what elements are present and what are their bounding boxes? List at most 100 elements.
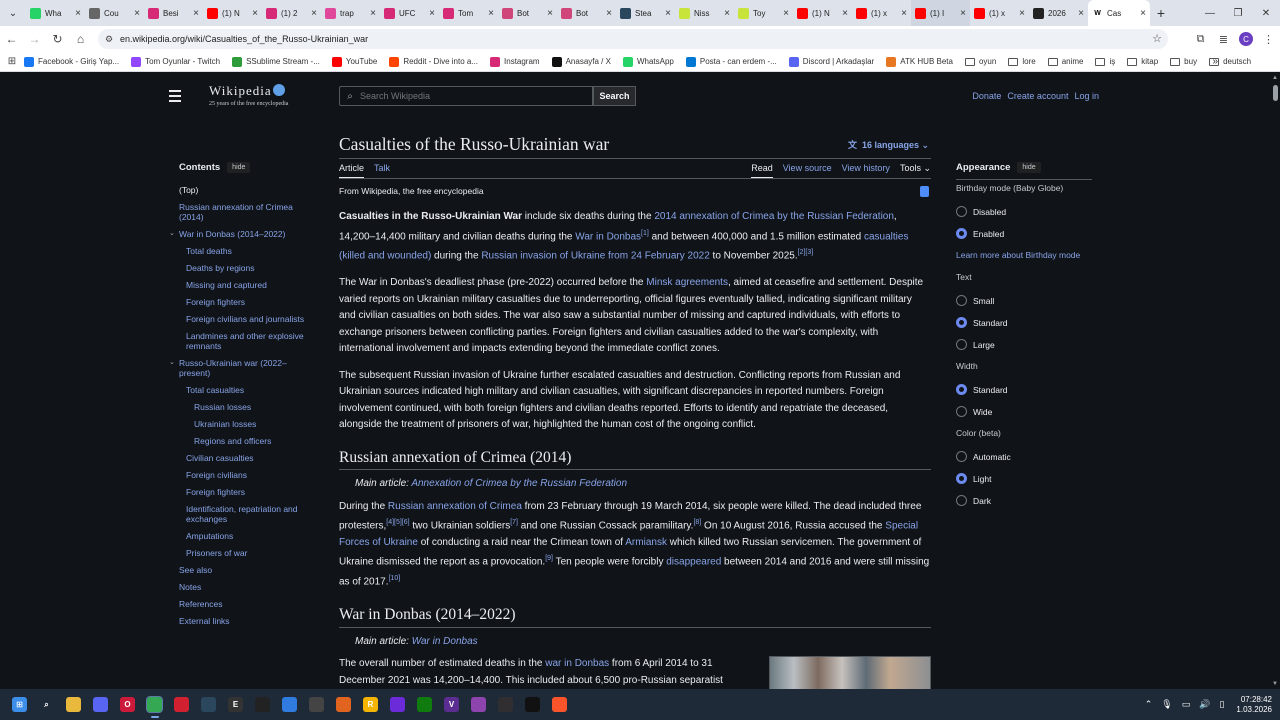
taskbar-app[interactable] xyxy=(195,689,222,720)
clock[interactable]: 07:28:42 1.03.2026 xyxy=(1236,695,1272,715)
toc-item[interactable]: ⌄ Russo-Ukrainian war (2022–present) xyxy=(169,358,315,378)
bookmark-star-icon[interactable]: ☆ xyxy=(1152,32,1162,45)
close-tab-icon[interactable]: × xyxy=(783,8,789,19)
wiki-link[interactable]: Russian invasion of Ukraine from 24 Febr… xyxy=(481,251,709,262)
close-tab-icon[interactable]: × xyxy=(1078,8,1084,19)
close-tab-icon[interactable]: × xyxy=(606,8,612,19)
bookmark-item[interactable]: Facebook - Giriş Yap... xyxy=(24,56,119,67)
taskbar-app[interactable] xyxy=(276,689,303,720)
language-button[interactable]: 文 16 languages ⌄ xyxy=(848,138,929,151)
site-info-icon[interactable]: ⚙ xyxy=(98,34,120,45)
appearance-hide-button[interactable]: hide xyxy=(1017,162,1041,173)
radio-button[interactable] xyxy=(956,317,967,328)
toc-item[interactable]: Notes xyxy=(179,582,315,592)
log-in-link[interactable]: Log in xyxy=(1074,91,1099,101)
wiki-link[interactable]: War in Donbas xyxy=(575,231,641,242)
citation-ref[interactable]: [2][3] xyxy=(798,249,814,256)
taskbar-app[interactable]: ⌕ xyxy=(33,689,60,720)
text-size-radio[interactable]: Small xyxy=(956,295,1092,306)
tools-menu[interactable]: Tools ⌄ xyxy=(900,163,931,178)
address-bar[interactable]: ⚙ en.wikipedia.org/wiki/Casualties_of_th… xyxy=(98,29,1168,49)
close-tab-icon[interactable]: × xyxy=(134,8,140,19)
scroll-down-arrow[interactable]: ▼ xyxy=(1272,681,1278,687)
toc-item[interactable]: References xyxy=(179,599,315,609)
browser-tab[interactable]: (1) x × xyxy=(970,0,1029,26)
create-account-link[interactable]: Create account xyxy=(1007,91,1068,101)
back-button[interactable]: ← xyxy=(0,26,23,52)
close-tab-icon[interactable]: × xyxy=(1019,8,1025,19)
toc-item[interactable]: Foreign civilians and journalists xyxy=(179,314,315,324)
toc-item[interactable]: Ukrainian losses xyxy=(179,419,315,429)
radio-button[interactable] xyxy=(956,473,967,484)
bookmark-item[interactable]: Instagram xyxy=(490,56,540,67)
radio-button[interactable] xyxy=(956,228,967,239)
bookmark-overflow-button[interactable]: » xyxy=(1212,56,1218,67)
tray-overflow-icon[interactable]: ⌃ xyxy=(1145,699,1153,710)
taskbar-app[interactable] xyxy=(249,689,276,720)
toc-item[interactable]: Foreign fighters xyxy=(179,297,315,307)
close-tab-icon[interactable]: × xyxy=(311,8,317,19)
wiki-link[interactable]: war in Donbas xyxy=(545,658,609,669)
taskbar-app[interactable]: ⊞ xyxy=(6,689,33,720)
browser-tab[interactable]: (1) x × xyxy=(852,0,911,26)
toc-item[interactable]: Foreign civilians xyxy=(179,470,315,480)
toc-hide-button[interactable]: hide xyxy=(227,162,251,173)
taskbar-app[interactable] xyxy=(546,689,573,720)
main-article-link[interactable]: War in Donbas xyxy=(412,636,478,647)
home-button[interactable]: ⌂ xyxy=(69,26,92,52)
radio-button[interactable] xyxy=(956,339,967,350)
bookmark-folder[interactable]: anime xyxy=(1047,57,1083,67)
memorial-photo-thumbnail[interactable] xyxy=(769,656,931,689)
taskbar-app[interactable]: O xyxy=(114,689,141,720)
color-radio[interactable]: Dark xyxy=(956,495,1092,506)
bookmark-folder[interactable]: kitap xyxy=(1127,57,1158,67)
close-tab-icon[interactable]: × xyxy=(488,8,494,19)
network-icon[interactable]: ▭ xyxy=(1182,699,1191,710)
radio-button[interactable] xyxy=(956,495,967,506)
bookmark-item[interactable]: Tom Oyunlar - Twitch xyxy=(131,56,220,67)
taskbar-app[interactable] xyxy=(492,689,519,720)
extensions-icon[interactable]: ⧉ xyxy=(1189,33,1212,46)
toc-item[interactable]: Deaths by regions xyxy=(179,263,315,273)
wiki-link[interactable]: disappeared xyxy=(666,557,721,568)
browser-tab[interactable]: Stea × xyxy=(616,0,675,26)
wiki-link[interactable]: 2014 annexation of Crimea by the Russian… xyxy=(654,211,894,222)
toc-item[interactable]: Prisoners of war xyxy=(179,548,315,558)
close-tab-icon[interactable]: × xyxy=(75,8,81,19)
bookmark-item[interactable]: Discord | Arkadaşlar xyxy=(788,56,874,67)
tab-talk[interactable]: Talk xyxy=(374,163,390,178)
citation-ref[interactable]: [10] xyxy=(388,575,400,582)
profile-avatar[interactable]: C xyxy=(1239,32,1253,46)
radio-button[interactable] xyxy=(956,295,967,306)
reload-button[interactable]: ↻ xyxy=(46,26,69,52)
close-tab-icon[interactable]: × xyxy=(901,8,907,19)
close-tab-icon[interactable]: × xyxy=(547,8,553,19)
toc-item[interactable]: (Top) xyxy=(179,185,315,195)
radio-button[interactable] xyxy=(956,384,967,395)
color-radio[interactable]: Light xyxy=(956,473,1092,484)
taskbar-app[interactable] xyxy=(411,689,438,720)
close-tab-icon[interactable]: × xyxy=(193,8,199,19)
apps-grid-icon[interactable]: ⊞ xyxy=(0,56,24,67)
browser-tab[interactable]: (1) I × xyxy=(911,0,970,26)
toc-item[interactable]: Russian annexation of Crimea (2014) xyxy=(179,202,315,222)
forward-button[interactable]: → xyxy=(23,26,46,52)
radio-button[interactable] xyxy=(956,206,967,217)
taskbar-app[interactable] xyxy=(141,689,168,720)
bookmark-item[interactable]: SSublime Stream -... xyxy=(232,56,320,67)
toc-item[interactable]: Total deaths xyxy=(179,246,315,256)
close-tab-icon[interactable]: × xyxy=(429,8,435,19)
taskbar-app[interactable] xyxy=(168,689,195,720)
close-tab-icon[interactable]: × xyxy=(370,8,376,19)
bookmark-folder[interactable]: lore xyxy=(1008,57,1036,67)
toc-item[interactable]: See also xyxy=(179,565,315,575)
search-input[interactable]: ⌕ Search Wikipedia xyxy=(339,86,593,106)
tab-search-button[interactable]: ⌄ xyxy=(0,0,26,26)
toc-item[interactable]: Landmines and other explosive remnants xyxy=(179,331,315,351)
citation-ref[interactable]: [7] xyxy=(510,519,518,526)
width-radio[interactable]: Standard xyxy=(956,384,1092,395)
battery-icon[interactable]: ▯ xyxy=(1219,699,1224,710)
close-tab-icon[interactable]: × xyxy=(724,8,730,19)
scroll-up-arrow[interactable]: ▲ xyxy=(1272,75,1278,81)
toc-item[interactable]: Identification, repatriation and exchang… xyxy=(179,504,315,524)
